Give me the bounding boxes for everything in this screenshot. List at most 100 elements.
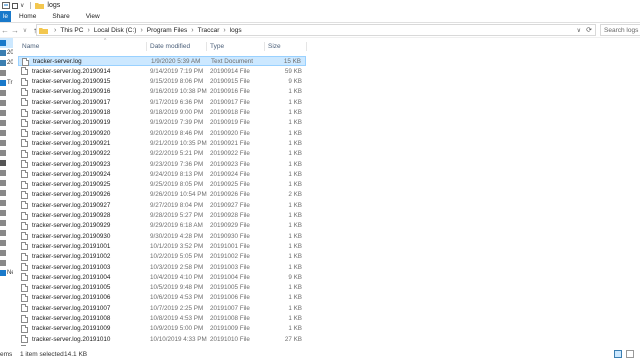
tab-file[interactable]: le xyxy=(0,11,11,22)
file-row[interactable]: tracker-server.log.20190914 9/14/2019 7:1… xyxy=(18,66,306,76)
file-row[interactable]: tracker-server.log.20191008 10/8/2019 4:5… xyxy=(18,314,306,324)
large-icons-view-button[interactable] xyxy=(626,350,634,358)
column-divider[interactable] xyxy=(306,42,307,51)
breadcrumb-separator: › xyxy=(54,26,57,34)
tab-home[interactable]: Home xyxy=(11,11,44,22)
address-bar[interactable]: › This PC › Local Disk (C:) › Program Fi… xyxy=(36,24,596,36)
nav-pane-item[interactable] xyxy=(0,138,13,148)
file-row[interactable]: tracker-server.log.20190918 9/18/2019 9:0… xyxy=(18,108,306,118)
breadcrumb-local-disk[interactable]: Local Disk (C:) xyxy=(94,27,137,34)
file-row[interactable]: tracker-server.log.20190930 9/30/2019 4:2… xyxy=(18,231,306,241)
nav-pane-item[interactable] xyxy=(0,178,13,188)
file-row[interactable]: tracker-server.log.20191004 10/4/2019 4:1… xyxy=(18,272,306,282)
file-row[interactable]: tracker-server.log.20191002 10/2/2019 5:0… xyxy=(18,252,306,262)
breadcrumb-program-files[interactable]: Program Files xyxy=(147,27,187,34)
nav-pane-item[interactable]: 20 xyxy=(0,58,13,68)
nav-pane-item[interactable]: Ne xyxy=(0,268,13,278)
file-row[interactable]: tracker-server.log.20190927 9/27/2019 8:0… xyxy=(18,200,306,210)
column-header-type[interactable]: Type xyxy=(210,40,224,53)
file-icon xyxy=(21,87,28,96)
nav-pane-item[interactable] xyxy=(0,258,13,268)
nav-pane-item[interactable]: 20 xyxy=(0,48,13,58)
file-date-modified: 10/10/2019 4:33 PM xyxy=(150,335,207,343)
file-row[interactable]: tracker-server.log.20191009 10/9/2019 5:0… xyxy=(18,324,306,334)
file-row[interactable]: tracker-server.log.20190926 9/26/2019 10:… xyxy=(18,190,306,200)
column-divider[interactable] xyxy=(264,42,265,51)
nav-item-icon xyxy=(0,70,6,76)
file-row[interactable]: tracker-server.log.20191005 10/5/2019 9:4… xyxy=(18,283,306,293)
nav-pane-item[interactable] xyxy=(0,228,13,238)
file-date-modified: 10/5/2019 9:48 PM xyxy=(150,284,204,292)
file-row[interactable]: tracker-server.log.20191010 10/10/2019 4:… xyxy=(18,334,306,344)
nav-pane-item[interactable] xyxy=(0,118,13,128)
breadcrumb-logs[interactable]: logs xyxy=(230,27,242,34)
file-icon xyxy=(21,252,28,261)
file-type: 20190915 File xyxy=(210,78,250,86)
column-header-name[interactable]: Name xyxy=(22,40,39,53)
nav-pane-item[interactable] xyxy=(0,38,13,48)
nav-pane-item[interactable] xyxy=(0,248,13,258)
tab-share[interactable]: Share xyxy=(44,11,77,22)
file-date-modified: 1/9/2020 5:39 AM xyxy=(151,57,201,65)
file-row[interactable]: tracker-server.log.20190928 9/28/2019 5:2… xyxy=(18,211,306,221)
back-button[interactable]: ← xyxy=(0,26,10,35)
properties-icon[interactable] xyxy=(2,2,10,9)
file-size: 1 KB xyxy=(288,222,302,230)
column-divider[interactable] xyxy=(206,42,207,51)
file-row[interactable]: tracker-server.log.20191007 10/7/2019 2:2… xyxy=(18,303,306,313)
file-icon xyxy=(21,304,28,313)
nav-pane-item[interactable] xyxy=(0,208,13,218)
nav-pane-item[interactable] xyxy=(0,188,13,198)
nav-pane-item[interactable] xyxy=(0,128,13,138)
nav-pane-item[interactable] xyxy=(0,148,13,158)
status-item-count: ems xyxy=(0,350,13,358)
file-row[interactable]: tracker-server.log.20190916 9/16/2019 10:… xyxy=(18,87,306,97)
file-row[interactable]: tracker-server.log.20190919 9/19/2019 7:3… xyxy=(18,118,306,128)
file-row[interactable]: tracker-server.log.20190921 9/21/2019 10:… xyxy=(18,138,306,148)
file-row[interactable]: tracker-server.log.20190917 9/17/2019 6:3… xyxy=(18,97,306,107)
column-header-date[interactable]: Date modified xyxy=(150,40,190,53)
file-date-modified: 9/22/2019 5:21 PM xyxy=(150,150,204,158)
folder-icon xyxy=(35,3,45,9)
address-dropdown-button[interactable]: ∨ xyxy=(577,27,581,34)
nav-pane-item[interactable] xyxy=(0,158,13,168)
nav-pane-item[interactable] xyxy=(0,168,13,178)
file-row[interactable]: tracker-server.log.20191003 10/3/2019 2:5… xyxy=(18,262,306,272)
column-divider[interactable] xyxy=(146,42,147,51)
file-row[interactable]: tracker-server.log.20190924 9/24/2019 8:1… xyxy=(18,169,306,179)
file-row[interactable]: tracker-server.log 1/9/2020 5:39 AM Text D… xyxy=(18,56,306,66)
breadcrumb-traccar[interactable]: Traccar xyxy=(198,27,220,34)
file-row[interactable]: tracker-server.log.20190920 9/20/2019 8:4… xyxy=(18,128,306,138)
details-view-button[interactable] xyxy=(614,350,622,358)
nav-pane-item[interactable] xyxy=(0,108,13,118)
nav-pane-item[interactable] xyxy=(0,198,13,208)
file-row[interactable]: tracker-server.log.20190915 9/15/2019 8:0… xyxy=(18,77,306,87)
search-box[interactable]: Search logs xyxy=(600,24,640,36)
breadcrumb-this-pc[interactable]: This PC xyxy=(60,27,83,34)
tab-view[interactable]: View xyxy=(78,11,108,22)
nav-pane-item[interactable] xyxy=(0,88,13,98)
nav-pane-item[interactable]: Tr xyxy=(0,78,13,88)
search-input[interactable]: Search logs xyxy=(604,27,638,34)
file-row[interactable]: tracker-server.log.2019101110/11/2019 4:… xyxy=(18,344,306,346)
quick-access-dropdown[interactable]: ∨ xyxy=(20,2,24,9)
refresh-icon[interactable]: ⟳ xyxy=(586,26,592,34)
recent-locations-button[interactable]: ∨ xyxy=(20,27,30,34)
checkbox-icon[interactable] xyxy=(12,2,18,9)
file-row[interactable]: tracker-server.log.20190923 9/23/2019 7:3… xyxy=(18,159,306,169)
nav-pane-item[interactable] xyxy=(0,98,13,108)
file-name: tracker-server.log.20191001 xyxy=(32,242,111,250)
nav-pane-item[interactable] xyxy=(0,238,13,248)
file-row[interactable]: tracker-server.log.20191001 10/1/2019 3:5… xyxy=(18,241,306,251)
column-header-size[interactable]: Size xyxy=(268,40,281,53)
nav-item-icon xyxy=(0,160,6,166)
nav-pane-item[interactable] xyxy=(0,68,13,78)
file-row[interactable]: tracker-server.log.20191006 10/6/2019 4:5… xyxy=(18,293,306,303)
file-name: tracker-server.log.20190925 xyxy=(32,181,111,189)
file-row[interactable]: tracker-server.log.20190929 9/29/2019 6:1… xyxy=(18,221,306,231)
file-date-modified: 9/26/2019 10:54 PM xyxy=(150,191,207,199)
forward-button[interactable]: → xyxy=(10,26,20,35)
file-row[interactable]: tracker-server.log.20190922 9/22/2019 5:2… xyxy=(18,149,306,159)
file-row[interactable]: tracker-server.log.20190925 9/25/2019 8:0… xyxy=(18,180,306,190)
nav-pane-item[interactable] xyxy=(0,218,13,228)
